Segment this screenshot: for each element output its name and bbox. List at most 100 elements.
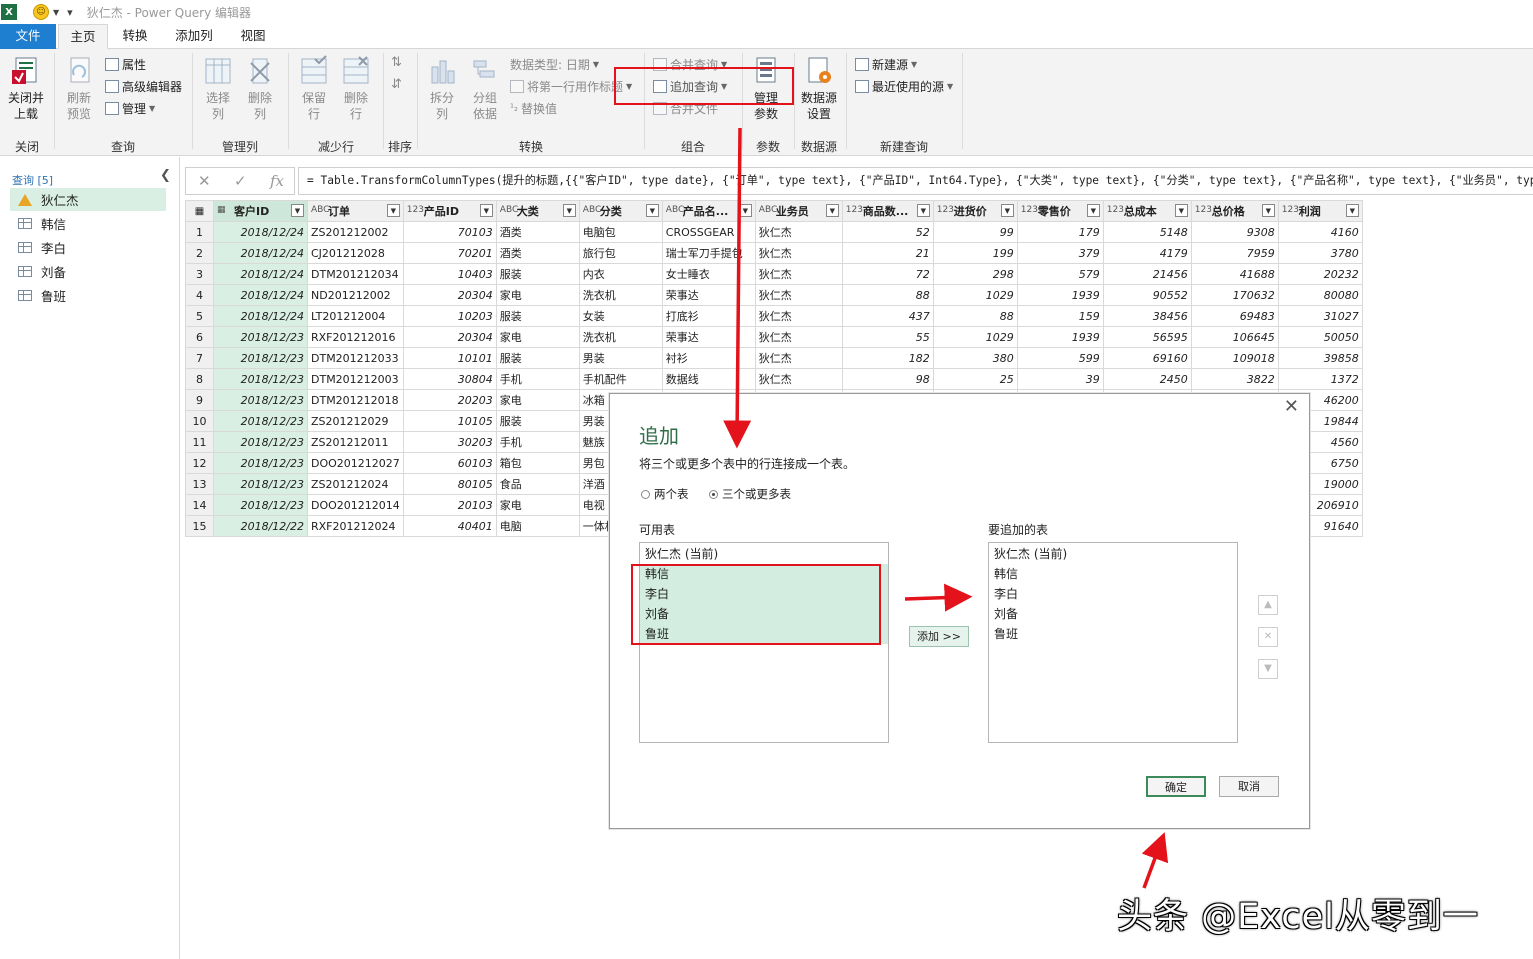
table-cell[interactable]: 瑞士军刀手提包 [661,242,756,264]
filter-dropdown-icon[interactable]: ▼ [1345,204,1359,217]
table-cell[interactable]: 1939 [1016,326,1104,348]
table-cell[interactable]: 159 [1016,305,1104,327]
table-cell[interactable]: 179 [1016,221,1104,243]
close-icon[interactable]: ✕ [1284,396,1299,417]
table-cell[interactable]: 106645 [1190,326,1279,348]
list-item[interactable]: 鲁班 [989,624,1237,644]
table-cell[interactable]: 90552 [1102,284,1192,306]
table-cell[interactable]: 5148 [1102,221,1192,243]
table-cell[interactable]: 手机 [495,368,580,390]
table-cell[interactable]: 31027 [1277,305,1363,327]
move-up-button[interactable]: ▲ [1258,595,1278,615]
column-type-icon[interactable]: ABC [666,205,684,215]
table-cell[interactable]: 女士睡衣 [661,263,756,285]
table-cell[interactable]: 2018/12/23 [213,326,308,348]
table-cell[interactable]: 1372 [1277,368,1363,390]
column-header[interactable]: ABC 订单 ▼ [307,200,404,222]
table-cell[interactable]: 9308 [1190,221,1279,243]
tab-transform[interactable]: 转换 [112,24,158,49]
table-cell[interactable]: 69483 [1190,305,1279,327]
remove-columns-button[interactable]: 删除 列 [240,55,280,122]
table-cell[interactable]: 服装 [495,305,580,327]
column-type-icon[interactable]: ▦ [217,205,226,215]
table-cell[interactable]: 88 [841,284,934,306]
tab-home[interactable]: 主页 [58,24,108,49]
table-cell[interactable]: 41688 [1190,263,1279,285]
table-cell[interactable]: 30804 [402,368,497,390]
filter-dropdown-icon[interactable]: ▼ [291,204,304,217]
table-cell[interactable]: 家电 [495,389,580,411]
table-cell[interactable]: 379 [1016,242,1104,264]
choose-columns-button[interactable]: 选择 列 [198,55,238,122]
list-item[interactable]: 韩信 [989,564,1237,584]
table-corner-menu[interactable]: ▦ [185,200,214,222]
filter-dropdown-icon[interactable]: ▼ [562,204,576,217]
table-cell[interactable]: 2450 [1102,368,1192,390]
table-cell[interactable]: 家电 [495,494,580,516]
table-cell[interactable]: 437 [841,305,934,327]
table-cell[interactable]: 3822 [1190,368,1279,390]
remove-item-button[interactable]: ✕ [1258,627,1278,647]
table-cell[interactable]: 7959 [1190,242,1279,264]
table-cell[interactable]: 酒类 [495,242,580,264]
table-cell[interactable]: 电脑 [495,515,580,537]
column-type-icon[interactable]: ABC [500,205,518,215]
remove-rows-button[interactable]: 删除 行 [336,55,376,122]
cancel-button[interactable]: 取消 [1219,776,1279,797]
table-cell[interactable]: 箱包 [495,452,580,474]
filter-dropdown-icon[interactable]: ▼ [916,204,930,217]
table-cell[interactable]: 2018/12/23 [213,494,308,516]
table-cell[interactable]: 109018 [1190,347,1279,369]
table-cell[interactable]: 酒类 [495,221,580,243]
column-type-icon[interactable]: ABC [583,205,601,215]
filter-dropdown-icon[interactable]: ▼ [386,204,400,217]
filter-dropdown-icon[interactable]: ▼ [1174,204,1188,217]
column-type-icon[interactable]: ABC [311,205,329,215]
table-cell[interactable]: 56595 [1102,326,1192,348]
table-cell[interactable]: 狄仁杰 [754,284,843,306]
table-cell[interactable]: 2018/12/23 [213,410,308,432]
table-cell[interactable]: 39 [1016,368,1104,390]
table-cell[interactable]: 狄仁杰 [754,263,843,285]
table-cell[interactable]: 20304 [402,284,497,306]
table-cell[interactable]: 199 [932,242,1018,264]
table-cell[interactable]: 荣事达 [661,326,756,348]
filter-dropdown-icon[interactable]: ▼ [1086,204,1100,217]
table-cell[interactable]: 洗衣机 [578,326,663,348]
table-cell[interactable]: 69160 [1102,347,1192,369]
table-cell[interactable]: 10101 [402,347,497,369]
table-cell[interactable]: DTM201212018 [307,389,404,411]
table-cell[interactable]: 2018/12/23 [213,368,308,390]
table-cell[interactable]: 1029 [932,284,1018,306]
row-number[interactable]: 8 [185,368,214,390]
table-cell[interactable]: 数据线 [661,368,756,390]
table-cell[interactable]: 男装 [578,347,663,369]
table-cell[interactable]: ZS201212002 [307,221,404,243]
tab-add-column[interactable]: 添加列 [166,24,222,49]
table-cell[interactable]: 80105 [402,473,497,495]
table-cell[interactable]: 20232 [1277,263,1363,285]
chevron-down-icon[interactable]: ▼ [53,8,59,17]
table-cell[interactable]: 狄仁杰 [754,326,843,348]
table-cell[interactable]: CROSSGEAR [661,221,756,243]
keep-rows-button[interactable]: 保留 行 [294,55,334,122]
tab-file[interactable]: 文件 [0,24,56,49]
table-cell[interactable]: 4179 [1102,242,1192,264]
table-cell[interactable]: 88 [932,305,1018,327]
list-item[interactable]: 刘备 [989,604,1237,624]
table-cell[interactable]: 98 [841,368,934,390]
table-cell[interactable]: 手机 [495,431,580,453]
properties-button[interactable]: 属性 [105,56,146,73]
table-cell[interactable]: 电脑包 [578,221,663,243]
table-cell[interactable]: 3780 [1277,242,1363,264]
column-header[interactable]: 123 总成本 ▼ [1102,200,1192,222]
table-cell[interactable]: 狄仁杰 [754,221,843,243]
row-number[interactable]: 11 [185,431,214,453]
row-number[interactable]: 7 [185,347,214,369]
table-cell[interactable]: 40401 [402,515,497,537]
column-header[interactable]: ABC 业务员 ▼ [754,200,843,222]
column-header[interactable]: 123 零售价 ▼ [1016,200,1104,222]
table-cell[interactable]: 10105 [402,410,497,432]
table-cell[interactable]: 50050 [1277,326,1363,348]
table-cell[interactable]: 52 [841,221,934,243]
